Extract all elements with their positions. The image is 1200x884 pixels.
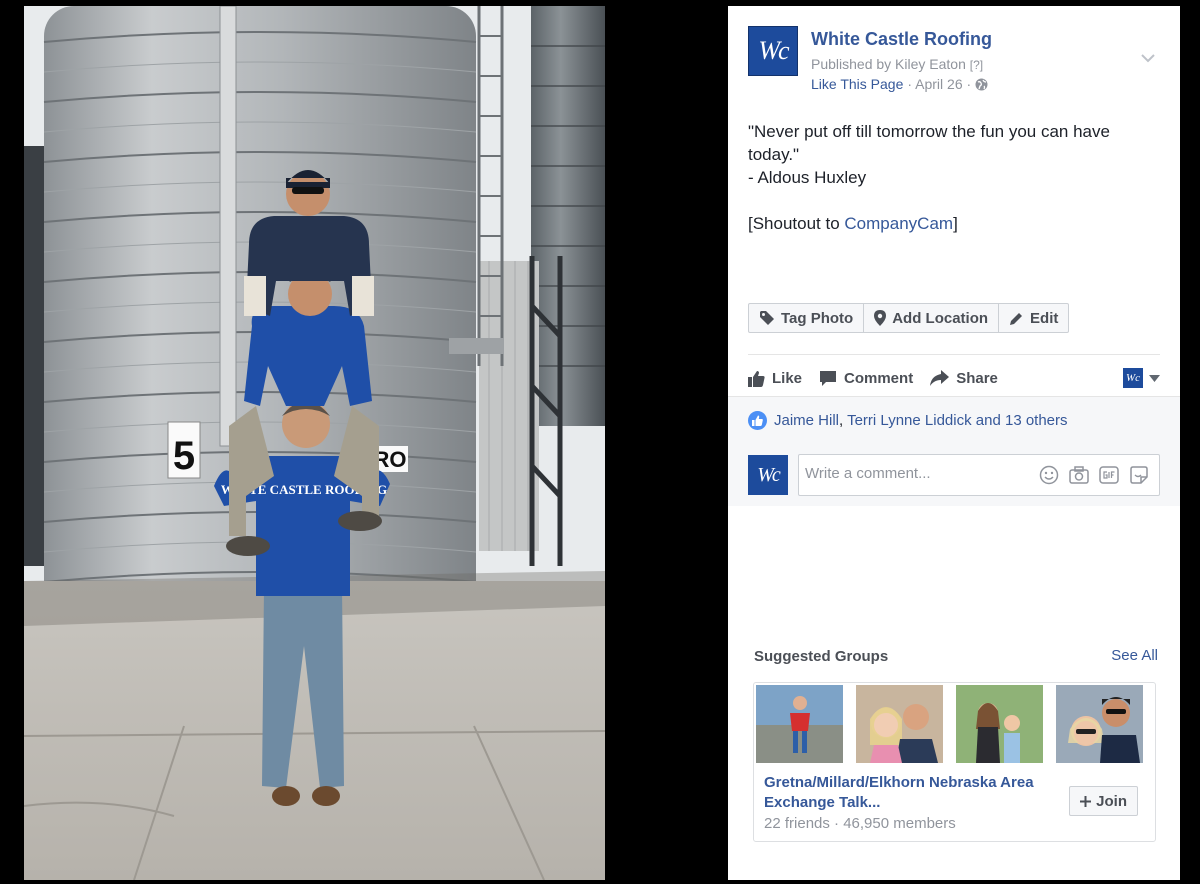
- group-thumbnail: [856, 685, 943, 763]
- likers-others[interactable]: and 13 others: [976, 412, 1068, 429]
- companycam-link[interactable]: CompanyCam: [844, 214, 953, 233]
- edit-label: Edit: [1030, 309, 1059, 327]
- thumbs-up-icon: [748, 370, 765, 387]
- silo-number: 5: [173, 434, 195, 478]
- see-all-link[interactable]: See All: [1111, 647, 1158, 664]
- action-bar: Like Comment Share Wc: [748, 362, 1160, 394]
- plus-icon: [1080, 795, 1092, 807]
- published-by: Published by Kiley Eaton [?]: [811, 56, 983, 72]
- group-thumbnail: [756, 685, 843, 763]
- group-thumbnail: [1056, 685, 1143, 763]
- post-meta: Like This Page · April 26 ·: [811, 76, 988, 92]
- divider: [748, 354, 1160, 355]
- post-text-author: - Aldous Huxley: [748, 168, 867, 187]
- group-stats: 22 friends · 46,950 members: [764, 815, 956, 832]
- group-thumbnail: [956, 685, 1043, 763]
- share-label: Share: [956, 369, 998, 387]
- join-label: Join: [1096, 792, 1127, 810]
- photo-actions-bar: Tag Photo Add Location Edit: [748, 303, 1070, 333]
- liker-name-1[interactable]: Jaime Hill: [774, 412, 839, 429]
- like-reaction-icon: [748, 411, 767, 430]
- like-this-page-link[interactable]: Like This Page: [811, 76, 903, 92]
- join-group-button[interactable]: Join: [1069, 786, 1138, 816]
- liker-name-2[interactable]: Terri Lynne Liddick: [847, 412, 972, 429]
- comment-composer[interactable]: [798, 454, 1160, 496]
- tag-icon: [760, 311, 774, 325]
- post-photo[interactable]: 5 RO WHITE CASTLE ROOFING: [24, 6, 605, 880]
- gif-icon[interactable]: [1099, 465, 1119, 485]
- comment-input[interactable]: [805, 465, 1025, 482]
- caret-down-icon: [1149, 374, 1160, 382]
- comment-label: Comment: [844, 369, 914, 387]
- emoji-icon[interactable]: [1039, 465, 1059, 485]
- suggested-group-card: Gretna/Millard/Elkhorn Nebraska Area Exc…: [753, 682, 1156, 842]
- photo-viewer: 5 RO WHITE CASTLE ROOFING Wc White Castl…: [0, 0, 1200, 884]
- page-avatar[interactable]: Wc: [748, 26, 798, 76]
- add-location-button[interactable]: Add Location: [864, 304, 1000, 332]
- globe-icon: [975, 78, 988, 90]
- chevron-down-icon[interactable]: [1140, 52, 1156, 64]
- post-as-avatar: Wc: [1123, 368, 1143, 388]
- post-header: Wc White Castle Roofing Published by Kil…: [748, 26, 1168, 96]
- group-thumbnails[interactable]: [756, 685, 1143, 763]
- comment-tools: [1039, 465, 1149, 485]
- tag-photo-button[interactable]: Tag Photo: [749, 304, 865, 332]
- post-text-quote: "Never put off till tomorrow the fun you…: [748, 122, 1110, 164]
- comment-button[interactable]: Comment: [819, 370, 913, 387]
- sticker-icon[interactable]: [1129, 465, 1149, 485]
- add-location-label: Add Location: [892, 309, 989, 327]
- published-by-text: Published by Kiley Eaton: [811, 56, 966, 72]
- camera-icon[interactable]: [1069, 465, 1089, 485]
- tag-photo-label: Tag Photo: [781, 309, 854, 327]
- location-pin-icon: [874, 310, 887, 326]
- likers-separator: ,: [839, 412, 844, 429]
- post-date[interactable]: · April 26 ·: [907, 76, 971, 92]
- likes-summary[interactable]: Jaime Hill, Terri Lynne Liddick and 13 o…: [748, 411, 1068, 430]
- share-arrow-icon: [930, 370, 950, 386]
- page-name-link[interactable]: White Castle Roofing: [811, 29, 992, 50]
- edit-button[interactable]: Edit: [999, 304, 1068, 332]
- post-panel: Wc White Castle Roofing Published by Kil…: [728, 6, 1180, 880]
- like-button[interactable]: Like: [748, 370, 802, 387]
- suggested-groups-title: Suggested Groups: [754, 648, 889, 665]
- published-by-help[interactable]: [?]: [970, 58, 983, 72]
- commenter-avatar: Wc: [748, 455, 788, 495]
- reactions-and-comments: Jaime Hill, Terri Lynne Liddick and 13 o…: [728, 396, 1180, 506]
- pencil-icon: [1010, 312, 1023, 325]
- group-name-link[interactable]: Gretna/Millard/Elkhorn Nebraska Area Exc…: [764, 773, 1054, 813]
- like-label: Like: [772, 369, 803, 387]
- post-message: "Never put off till tomorrow the fun you…: [748, 120, 1158, 235]
- comment-bubble-icon: [820, 370, 837, 386]
- share-button[interactable]: Share: [930, 370, 998, 387]
- post-text-blank: [748, 189, 1158, 212]
- post-text-shoutout: [Shoutout to CompanyCam]: [748, 214, 958, 233]
- post-as-selector[interactable]: Wc: [1123, 368, 1160, 388]
